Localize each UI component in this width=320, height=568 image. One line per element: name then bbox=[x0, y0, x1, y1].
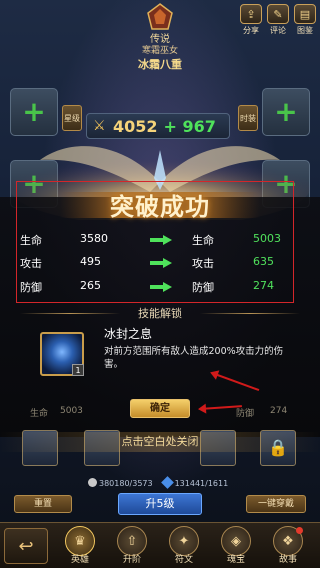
back-arrow-icon: ↩ bbox=[18, 535, 34, 557]
stat-label: 防御 bbox=[192, 281, 214, 294]
comment-icon: ✎ bbox=[267, 4, 289, 24]
stat-after: 5003 bbox=[253, 232, 281, 245]
stat-label: 生命 bbox=[192, 234, 214, 247]
confirm-button[interactable]: 确定 bbox=[130, 399, 190, 418]
stat-label: 攻击 bbox=[20, 257, 42, 270]
stat-before: 265 bbox=[80, 279, 101, 292]
bg-def-value: 274 bbox=[270, 406, 288, 416]
share-icon: ⇪ bbox=[240, 4, 262, 24]
resource-row: 380180/3573 131441/1611 bbox=[88, 476, 229, 489]
tab-label: 故事 bbox=[278, 555, 297, 565]
stat-row-def: 防御 265 防御 274 bbox=[0, 279, 320, 295]
stat-label: 防御 bbox=[20, 281, 42, 294]
stat-label: 生命 bbox=[20, 234, 42, 247]
stat-before: 3580 bbox=[80, 232, 108, 245]
close-hint-text: 点击空白处关闭 bbox=[121, 435, 199, 448]
book-icon: ▤ bbox=[294, 4, 316, 24]
bg-hp-value: 5003 bbox=[60, 406, 83, 416]
equip-all-button[interactable]: 一键穿戴 bbox=[246, 495, 306, 513]
close-hint[interactable]: 点击空白处关闭 bbox=[0, 432, 320, 452]
bg-hp-label: 生命 bbox=[30, 409, 49, 419]
codex-button[interactable]: ▤ 图鉴 bbox=[292, 4, 318, 38]
tab-hero[interactable]: ♛ 英雄 bbox=[60, 526, 100, 566]
stat-label: 攻击 bbox=[192, 257, 214, 270]
tab-label: 符文 bbox=[174, 555, 193, 565]
coin-count: 380180/3573 bbox=[99, 479, 153, 488]
notification-dot bbox=[296, 527, 303, 534]
tab-rune[interactable]: ✦ 符文 bbox=[164, 526, 204, 566]
coin-icon bbox=[88, 478, 97, 487]
tab-upgrade[interactable]: ⇧ 升阶 bbox=[112, 526, 152, 566]
tab-soul[interactable]: ◈ 魂宝 bbox=[216, 526, 256, 566]
skill-unlock-heading: 技能解锁 bbox=[138, 307, 182, 320]
tab-label: 升阶 bbox=[122, 555, 141, 565]
comment-button[interactable]: ✎ 评论 bbox=[265, 4, 291, 38]
gem-icon bbox=[160, 476, 174, 489]
level-up-button[interactable]: 升5级 bbox=[118, 493, 202, 515]
skill-level-badge: 1 bbox=[72, 364, 84, 376]
reset-button[interactable]: 重置 bbox=[14, 495, 72, 513]
comment-label: 评论 bbox=[270, 26, 286, 35]
skill-name: 冰封之息 bbox=[104, 327, 153, 341]
tab-label: 魂宝 bbox=[226, 555, 245, 565]
hero-name: 冰霜八重 bbox=[138, 58, 182, 71]
arrow-right-icon bbox=[150, 258, 172, 268]
back-button[interactable]: ↩ bbox=[4, 528, 48, 564]
hero-title: 寒霜巫女 bbox=[141, 46, 178, 56]
share-label: 分享 bbox=[243, 26, 259, 35]
stat-after: 635 bbox=[253, 255, 274, 268]
gem-count: 131441/1611 bbox=[174, 479, 229, 488]
arrow-right-icon bbox=[150, 282, 172, 292]
tab-label: 英雄 bbox=[70, 555, 89, 565]
stat-after: 274 bbox=[253, 279, 274, 292]
stat-row-atk: 攻击 495 攻击 635 bbox=[0, 255, 320, 271]
arrow-right-icon bbox=[150, 235, 172, 245]
skill-description: 对前方范围所有敌人造成200%攻击力的伤害。 bbox=[104, 346, 284, 370]
hero-rank-emblem bbox=[147, 3, 173, 30]
stat-row-hp: 生命 3580 生命 5003 bbox=[0, 232, 320, 248]
share-button[interactable]: ⇪ 分享 bbox=[238, 4, 264, 38]
codex-label: 图鉴 bbox=[297, 26, 313, 35]
bg-def-label: 防御 bbox=[236, 409, 255, 419]
stat-before: 495 bbox=[80, 255, 101, 268]
